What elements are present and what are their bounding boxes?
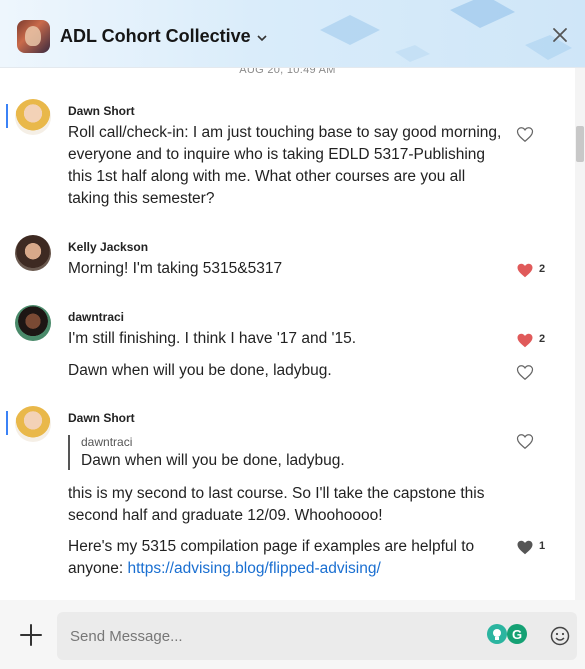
heart-filled-icon[interactable] — [516, 332, 534, 349]
message-text: I'm still finishing. I think I have '17 … — [68, 330, 357, 347]
message-input[interactable] — [70, 612, 470, 660]
lightbulb-icon[interactable] — [487, 624, 507, 644]
author-name: Dawn Short — [68, 104, 135, 118]
author-name: Kelly Jackson — [68, 240, 149, 254]
smiley-icon[interactable] — [550, 626, 570, 646]
unread-indicator — [6, 411, 8, 435]
chat-header: ADL Cohort Collective — [0, 0, 585, 68]
plus-icon[interactable] — [19, 623, 43, 647]
message-list[interactable]: AUG 20, 10:49 AM Dawn Short Roll call/ch… — [0, 68, 575, 600]
heart-outline-icon[interactable] — [516, 433, 534, 450]
avatar[interactable] — [15, 99, 51, 135]
message-text: Morning! I'm taking 5315&5317 — [68, 260, 283, 277]
reaction-count: 2 — [539, 263, 546, 275]
group-title-button[interactable]: ADL Cohort Collective — [60, 26, 267, 47]
group-title: ADL Cohort Collective — [60, 26, 251, 46]
reaction-count: 1 — [539, 540, 546, 552]
author-name: dawntraci — [68, 310, 125, 324]
message-text: Dawn when will you be done, ladybug. — [68, 362, 332, 379]
group-avatar[interactable] — [17, 20, 50, 53]
heart-dark-icon[interactable] — [516, 539, 534, 556]
quote-text: Dawn when will you be done, ladybug. — [81, 452, 345, 469]
author-name: Dawn Short — [68, 411, 135, 425]
message-link[interactable]: https://advising.blog/flipped-advising/ — [127, 560, 380, 577]
date-stamp: AUG 20, 10:49 AM — [239, 68, 336, 76]
chevron-down-icon — [257, 31, 267, 45]
quote-author: dawntraci — [81, 435, 133, 449]
header-decoration — [320, 0, 572, 62]
reaction-count: 2 — [539, 333, 546, 345]
unread-indicator — [6, 104, 8, 128]
avatar[interactable] — [15, 305, 51, 341]
avatar[interactable] — [15, 406, 51, 442]
message-text: Here's my 5315 compilation page if examp… — [68, 536, 508, 580]
heart-outline-icon[interactable] — [516, 126, 534, 143]
close-icon[interactable] — [549, 24, 571, 46]
message-text: this is my second to last course. So I'l… — [68, 485, 485, 524]
heart-filled-icon[interactable] — [516, 262, 534, 279]
avatar[interactable] — [15, 235, 51, 271]
scrollbar-thumb[interactable] — [576, 126, 584, 162]
grammarly-icon[interactable]: G — [507, 624, 527, 644]
svg-text:G: G — [512, 627, 522, 642]
message-text: Roll call/check-in: I am just touching b… — [68, 124, 502, 207]
heart-outline-icon[interactable] — [516, 364, 534, 381]
quoted-reply[interactable]: dawntraci Dawn when will you be done, la… — [68, 435, 345, 470]
